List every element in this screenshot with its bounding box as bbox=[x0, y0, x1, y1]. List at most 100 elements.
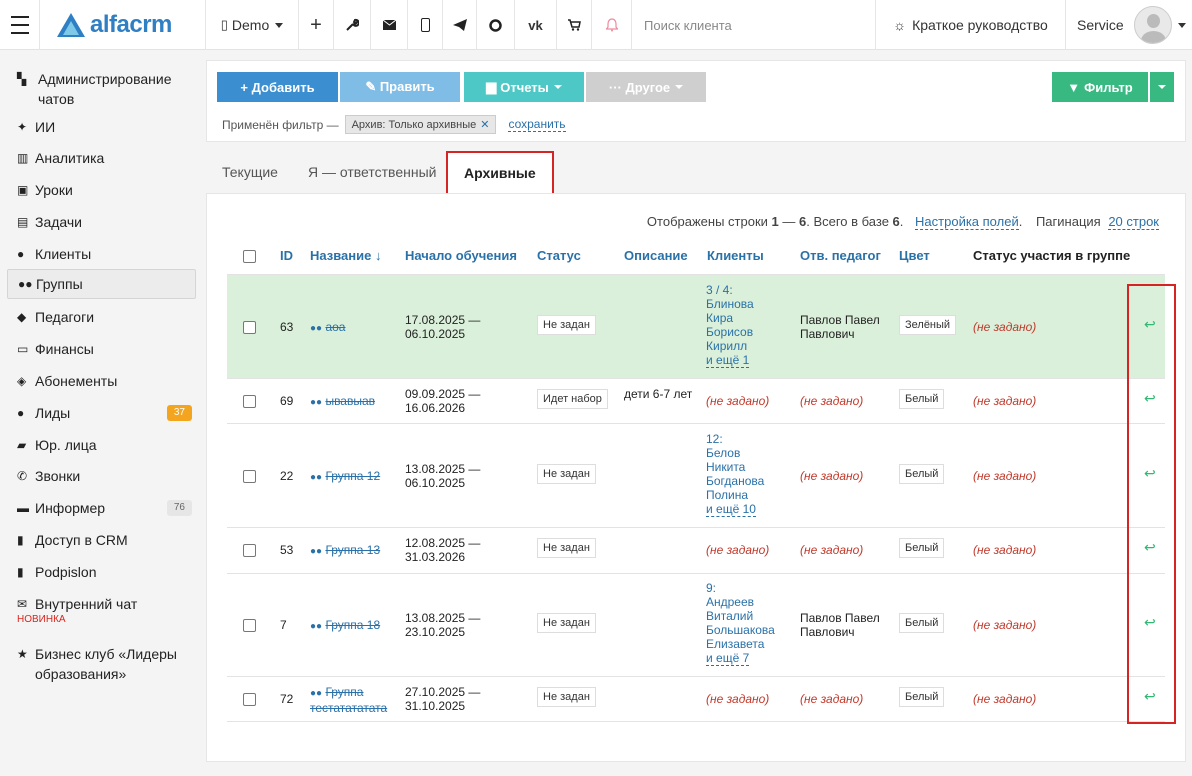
sidebar-item-groups[interactable]: ●● Группы bbox=[7, 269, 196, 299]
row-clients: (не задано) bbox=[706, 394, 770, 408]
search-input[interactable]: Поиск клиента bbox=[632, 0, 876, 50]
user-menu[interactable]: Service bbox=[1066, 0, 1192, 50]
branch-selector[interactable]: ▯ Demo bbox=[206, 0, 299, 50]
row-checkbox[interactable] bbox=[243, 619, 256, 632]
sidebar-item-calls[interactable]: ✆ Звонки bbox=[7, 466, 196, 486]
color-badge: Белый bbox=[899, 538, 945, 558]
chevron-down-icon bbox=[553, 85, 562, 89]
menu-toggle-icon[interactable] bbox=[0, 0, 40, 50]
reports-button[interactable]: ▆ Отчеты bbox=[464, 72, 584, 102]
wrench-icon[interactable] bbox=[334, 0, 371, 50]
pagination-link[interactable]: 20 строк bbox=[1108, 214, 1159, 230]
header-status[interactable]: Статус bbox=[537, 248, 581, 263]
tab-responsible[interactable]: Я — ответственный bbox=[308, 164, 436, 180]
row-checkbox[interactable] bbox=[243, 544, 256, 557]
header-clients[interactable]: Клиенты bbox=[707, 248, 764, 263]
sidebar-item-clients[interactable]: ● Клиенты bbox=[7, 244, 196, 264]
more-clients-link[interactable]: и ещё 1 bbox=[706, 353, 750, 368]
group-link[interactable]: ●● ывавыав bbox=[310, 394, 375, 410]
cart-icon[interactable] bbox=[557, 0, 592, 50]
sidebar-item-finance[interactable]: ▭ Финансы bbox=[7, 339, 196, 359]
tab-current[interactable]: Текущие bbox=[222, 164, 278, 180]
clients-count-link[interactable]: 9: bbox=[706, 581, 792, 595]
field-settings-link[interactable]: Настройка полей bbox=[915, 214, 1019, 230]
header-start[interactable]: Начало обучения bbox=[405, 248, 517, 263]
document-icon: ▮ bbox=[17, 565, 24, 579]
sidebar: ▚ Администрирование чатов ✦ ИИ ▥ Аналити… bbox=[0, 50, 200, 776]
client-link[interactable]: Кира bbox=[706, 311, 792, 325]
table-row[interactable]: 69 ●● ывавыав 09.09.2025 — 16.06.2026 Ид… bbox=[227, 378, 1165, 423]
edit-button[interactable]: ✎ Править bbox=[340, 72, 460, 102]
header-id[interactable]: ID bbox=[280, 248, 293, 263]
sidebar-item-teachers[interactable]: ◆ Педагоги bbox=[7, 307, 196, 327]
group-link[interactable]: ●● аоа bbox=[310, 320, 345, 336]
sidebar-item-lessons[interactable]: ▣ Уроки bbox=[7, 180, 196, 200]
row-checkbox[interactable] bbox=[243, 470, 256, 483]
close-icon[interactable]: ✕ bbox=[480, 119, 489, 131]
table-row[interactable]: 53 ●● Группа 13 12.08.2025 — 31.03.2026 … bbox=[227, 527, 1165, 573]
chat-bubble-icon[interactable] bbox=[477, 0, 515, 50]
clients-count-link[interactable]: 12: bbox=[706, 432, 792, 446]
sidebar-item-podpislon[interactable]: ▮ Podpislon bbox=[7, 562, 196, 582]
telegram-icon[interactable] bbox=[443, 0, 477, 50]
printer-icon: ▆ bbox=[486, 79, 497, 94]
client-link[interactable]: Полина bbox=[706, 488, 792, 502]
sidebar-item-leads[interactable]: ● Лиды 37 bbox=[7, 403, 196, 423]
client-link[interactable]: Никита bbox=[706, 460, 792, 474]
quick-guide-button[interactable]: ☼ Краткое руководство bbox=[876, 0, 1066, 50]
group-link[interactable]: ●● Группа 18 bbox=[310, 618, 380, 634]
group-link[interactable]: ●● Группа тестатататата bbox=[310, 685, 400, 715]
client-link[interactable]: Виталий bbox=[706, 609, 792, 623]
vk-icon[interactable]: vk bbox=[515, 0, 557, 50]
add-button[interactable]: + Добавить bbox=[217, 72, 338, 102]
plus-icon[interactable]: + bbox=[299, 0, 334, 50]
sidebar-item-crm-access[interactable]: ▮ Доступ в CRM bbox=[7, 530, 196, 550]
sidebar-item-tasks[interactable]: ▤ Задачи bbox=[7, 212, 196, 232]
other-button[interactable]: ··· Другое bbox=[586, 72, 706, 102]
select-all-checkbox[interactable] bbox=[243, 250, 256, 263]
header-description[interactable]: Описание bbox=[624, 248, 688, 263]
filter-dropdown-button[interactable] bbox=[1150, 72, 1174, 102]
sidebar-item-informer[interactable]: ▬ Информер 76 bbox=[7, 498, 196, 518]
sidebar-item-analytics[interactable]: ▥ Аналитика bbox=[7, 148, 196, 168]
sidebar-item-internal-chat[interactable]: ✉ Внутренний чат bbox=[7, 594, 196, 614]
clients-count-link[interactable]: 3 / 4: bbox=[706, 283, 733, 297]
row-checkbox[interactable] bbox=[243, 395, 256, 408]
sidebar-item-ai[interactable]: ✦ ИИ bbox=[7, 117, 196, 137]
table-row[interactable]: 22 ●● Группа 12 13.08.2025 — 06.10.2025 … bbox=[227, 423, 1165, 527]
avatar bbox=[1133, 6, 1172, 44]
client-link[interactable]: Большакова bbox=[706, 623, 792, 637]
client-link[interactable]: Борисов bbox=[706, 325, 792, 339]
client-link[interactable]: Белов bbox=[706, 446, 792, 460]
save-filter-link[interactable]: сохранить bbox=[508, 117, 566, 132]
table-row[interactable]: 72 ●● Группа тестатататата 27.10.2025 — … bbox=[227, 676, 1165, 722]
row-checkbox[interactable] bbox=[243, 321, 256, 334]
bell-icon[interactable] bbox=[592, 0, 632, 50]
tab-archived[interactable]: Архивные bbox=[446, 151, 554, 195]
row-checkbox[interactable] bbox=[243, 693, 256, 706]
group-link[interactable]: ●● Группа 12 bbox=[310, 469, 380, 485]
mobile-icon[interactable] bbox=[408, 0, 443, 50]
header-color[interactable]: Цвет bbox=[899, 248, 930, 263]
more-clients-link[interactable]: и ещё 7 bbox=[706, 651, 750, 666]
header-teacher[interactable]: Отв. педагог bbox=[800, 248, 881, 263]
client-link[interactable]: Блинова bbox=[706, 297, 792, 311]
sidebar-item-label: Podpislon bbox=[35, 564, 97, 580]
mail-icon[interactable] bbox=[371, 0, 408, 50]
filter-button[interactable]: ▼ Фильтр bbox=[1052, 72, 1148, 102]
sidebar-item-chat-admin[interactable]: ▚ Администрирование чатов bbox=[7, 69, 196, 109]
sidebar-item-subscriptions[interactable]: ◈ Абонементы bbox=[7, 371, 196, 391]
group-link[interactable]: ●● Группа 13 bbox=[310, 543, 380, 559]
client-link[interactable]: Андреев bbox=[706, 595, 792, 609]
client-link[interactable]: Елизавета bbox=[706, 637, 792, 651]
logo[interactable]: alfacrm bbox=[40, 0, 206, 50]
client-link[interactable]: Богданова bbox=[706, 474, 792, 488]
branch-icon: ▯ bbox=[220, 17, 228, 32]
sidebar-item-business-club[interactable]: ★ Бизнес клуб «Лидеры образования» bbox=[7, 644, 196, 684]
header-name[interactable]: Название ↓ bbox=[310, 248, 381, 263]
table-row[interactable]: 7 ●● Группа 18 13.08.2025 — 23.10.2025 Н… bbox=[227, 573, 1165, 676]
table-row[interactable]: 63 ●● аоа 17.08.2025 — 06.10.2025 Не зад… bbox=[227, 274, 1165, 378]
client-link[interactable]: Кирилл bbox=[706, 339, 792, 353]
sidebar-item-legal-entities[interactable]: ▰ Юр. лица bbox=[7, 435, 196, 455]
more-clients-link[interactable]: и ещё 10 bbox=[706, 502, 756, 517]
